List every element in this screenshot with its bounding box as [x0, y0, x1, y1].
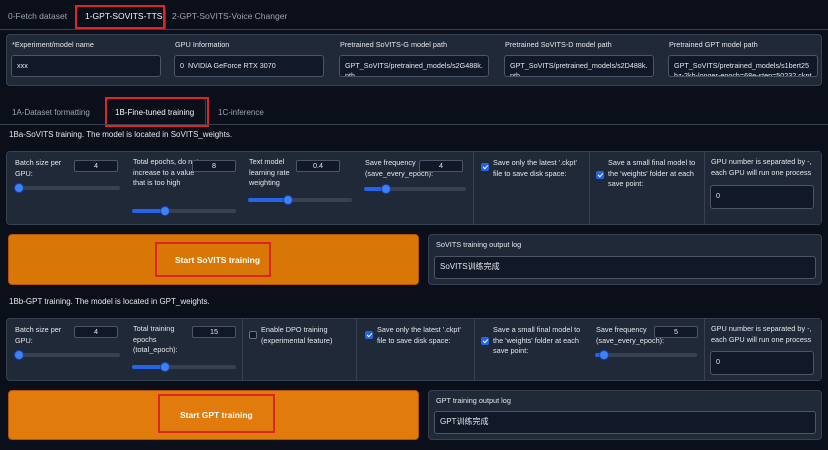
sovits-gpu-num-label: GPU number is separated by -, each GPU w… [711, 157, 812, 177]
subtab-divider [0, 124, 828, 125]
sovits-lr-number[interactable]: 0.4 [296, 160, 340, 172]
sovits-save-latest-label: Save only the latest '.ckpt' file to sav… [493, 158, 577, 178]
slider-thumb[interactable] [160, 206, 170, 216]
gpt-epochs-label: Total training epochs (total_epoch): [133, 324, 178, 354]
slider-fill [248, 198, 288, 202]
gpt-gpu-num-label: GPU number is separated by -, each GPU w… [711, 324, 812, 344]
slider-thumb[interactable] [381, 184, 391, 194]
tab-fetch-dataset[interactable]: 0-Fetch dataset [8, 11, 67, 21]
gpt-save-freq-slider[interactable] [595, 350, 697, 360]
sovits-log-output[interactable]: SoVITS训练完成 [434, 256, 816, 279]
sovits-d-path-label: Pretrained SoVITS-D model path [505, 40, 612, 49]
sovits-gpu-num-input[interactable]: 0 [710, 185, 814, 209]
gpt-path-label: Pretrained GPT model path [669, 40, 758, 49]
slider-thumb[interactable] [14, 183, 24, 193]
sovits-lr-slider[interactable] [248, 195, 352, 205]
gpt-dpo-label: Enable DPO training (experimental featur… [261, 325, 333, 345]
gpt-save-latest-label: Save only the latest '.ckpt' file to sav… [377, 325, 461, 345]
tab-voice-changer[interactable]: 2-GPT-SoVITS-Voice Changer [172, 11, 287, 21]
gpt-batch-slider[interactable] [14, 350, 120, 360]
sovits-save-latest-checkbox[interactable] [481, 163, 489, 171]
sovits-batch-label: Batch size per GPU: [15, 158, 62, 178]
gpt-log-output[interactable]: GPT训练完成 [434, 411, 816, 434]
slider-thumb[interactable] [160, 362, 170, 372]
sovits-batch-number[interactable]: 4 [74, 160, 118, 172]
slider-thumb[interactable] [283, 195, 293, 205]
highlight-box-gpt-button [158, 394, 275, 433]
gpu-info-input[interactable]: 0 NVIDIA GeForce RTX 3070 [174, 55, 324, 77]
sovits-batch-slider[interactable] [14, 183, 120, 193]
experiment-name-label: *Experiment/model name [12, 40, 94, 49]
highlight-box-sovits-button [155, 242, 271, 277]
gpt-epochs-slider[interactable] [132, 362, 236, 372]
sovits-epochs-number[interactable]: 8 [192, 160, 236, 172]
gpt-section-title: 1Bb-GPT training. The model is located i… [9, 297, 210, 306]
gpu-info-label: GPU Information [175, 40, 230, 49]
sovits-epochs-slider[interactable] [132, 206, 236, 216]
slider-thumb[interactable] [14, 350, 24, 360]
sovits-g-path-label: Pretrained SoVITS-G model path [340, 40, 448, 49]
gpt-path-input[interactable]: GPT_SoVITS/pretrained_models/s1bert25hz-… [668, 55, 818, 77]
sovits-g-path-input[interactable]: GPT_SoVITS/pretrained_models/s2G488k.pth [339, 55, 489, 77]
tab-inference[interactable]: 1C-inference [218, 108, 264, 117]
experiment-name-input[interactable]: xxx [11, 55, 161, 77]
gpt-batch-label: Batch size per GPU: [15, 325, 62, 345]
sovits-save-freq-number[interactable]: 4 [419, 160, 463, 172]
highlight-box-subtab [105, 97, 209, 127]
sovits-section-title: 1Ba-SoVITS training. The model is locate… [9, 130, 233, 139]
sovits-save-final-checkbox[interactable] [596, 171, 604, 179]
gpt-batch-number[interactable]: 4 [74, 326, 118, 338]
tab-dataset-formatting[interactable]: 1A-Dataset formatting [12, 108, 90, 117]
gpt-epochs-number[interactable]: 15 [192, 326, 236, 338]
tab-divider [0, 29, 828, 30]
gpt-save-final-checkbox[interactable] [481, 337, 489, 345]
sovits-d-path-input[interactable]: GPT_SoVITS/pretrained_models/s2D488k.pth [504, 55, 654, 77]
gpt-dpo-checkbox[interactable] [249, 331, 257, 339]
gpt-save-latest-checkbox[interactable] [365, 331, 373, 339]
sovits-log-label: SoVITS training output log [436, 240, 522, 249]
sovits-save-final-label: Save a small final model to the 'weights… [608, 158, 696, 188]
slider-thumb[interactable] [599, 350, 609, 360]
sovits-save-freq-slider[interactable] [364, 184, 466, 194]
gpt-save-final-label: Save a small final model to the 'weights… [493, 325, 581, 355]
gpt-save-freq-number[interactable]: 5 [654, 326, 698, 338]
highlight-box-top-tab [75, 5, 165, 29]
gpt-gpu-num-input[interactable]: 0 [710, 351, 814, 375]
gpt-log-label: GPT training output log [436, 396, 511, 405]
